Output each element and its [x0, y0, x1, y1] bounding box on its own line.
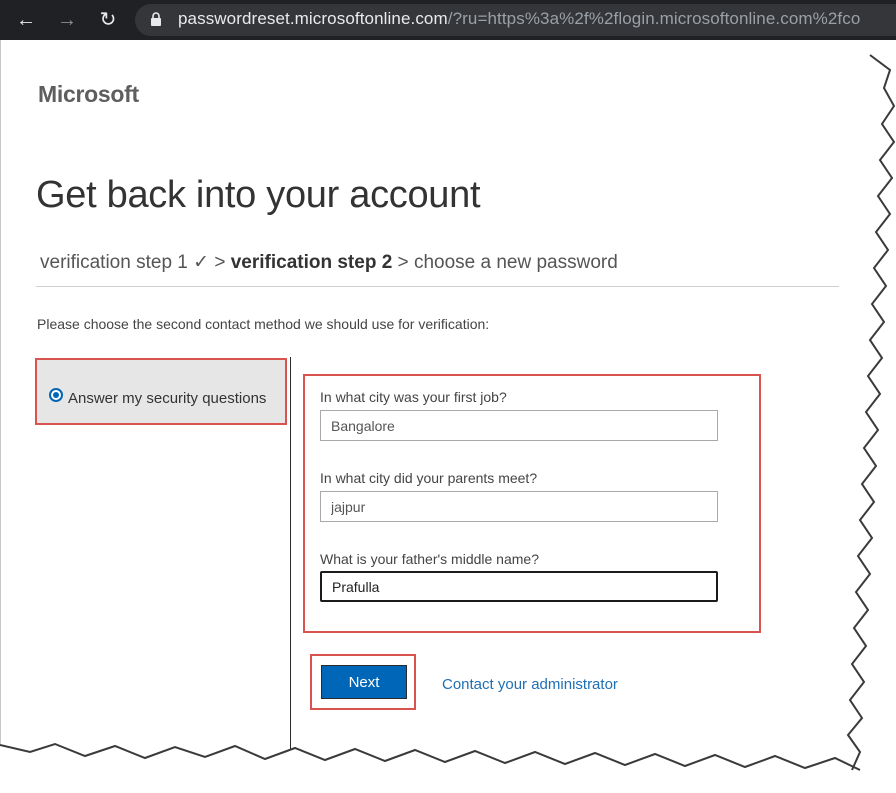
torn-edge-decoration [0, 40, 896, 793]
torn-edge-bottom [0, 744, 896, 793]
torn-edge-right [848, 40, 896, 793]
